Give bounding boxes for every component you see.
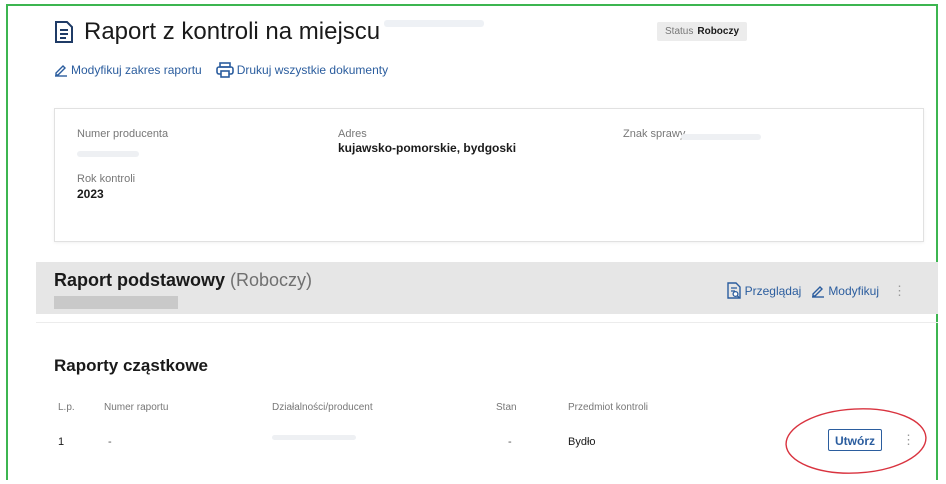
basic-report-actions: Przeglądaj Modyfikuj ⋮ (726, 282, 906, 299)
browse-link[interactable]: Przeglądaj (726, 282, 802, 299)
redacted-text (384, 20, 484, 27)
modify-scope-link[interactable]: Modyfikuj zakres raportu (54, 63, 202, 77)
column-header-activity-producer: Działalności/producent (272, 402, 373, 413)
more-options-icon[interactable]: ⋮ (893, 283, 906, 299)
more-options-icon[interactable]: ⋮ (902, 432, 915, 448)
row-lp: 1 (58, 436, 65, 448)
row-state: - (508, 436, 512, 448)
status-label: Status (665, 26, 694, 37)
row-report-number: - (108, 436, 112, 448)
report-actions: Modyfikuj zakres raportu Drukuj wszystki… (54, 62, 388, 78)
basic-report-name: Raport podstawowy (54, 270, 226, 290)
print-all-link[interactable]: Drukuj wszystkie dokumenty (215, 62, 389, 78)
document-search-icon (726, 282, 741, 299)
status-badge: Status Roboczy (657, 22, 748, 41)
page-header: Raport z kontroli na miejscu (54, 18, 380, 46)
case-number-label: Znak sprawy (623, 128, 686, 140)
report-info-card: Numer producenta Adres kujawsko-pomorski… (54, 108, 924, 242)
address-value: kujawsko-pomorskie, bydgoski (338, 141, 517, 155)
create-button[interactable]: Utwórz (828, 429, 882, 451)
status-value: Roboczy (697, 26, 740, 37)
basic-report-status: (Roboczy) (230, 270, 313, 290)
row-subject: Bydło (568, 436, 596, 448)
page-title: Raport z kontroli na miejscu (84, 18, 381, 45)
divider (36, 322, 938, 323)
document-icon (55, 21, 73, 43)
redacted-text (681, 134, 761, 140)
pencil-icon (55, 65, 67, 77)
basic-report-panel: Raport podstawowy (Roboczy) Przeglądaj M… (36, 262, 938, 314)
year-value: 2023 (77, 187, 104, 201)
redacted-text (272, 435, 356, 440)
year-label: Rok kontroli (77, 173, 136, 185)
basic-report-title: Raport podstawowy (Roboczy) (54, 270, 312, 291)
partial-reports-title: Raporty cząstkowe (54, 356, 208, 375)
redacted-text (54, 296, 178, 309)
printer-icon (215, 62, 234, 78)
producer-number-label: Numer producenta (77, 128, 169, 140)
column-header-report-number: Numer raportu (104, 402, 169, 413)
redacted-text (77, 151, 139, 157)
column-header-state: Stan (496, 402, 517, 413)
modify-link[interactable]: Modyfikuj (811, 284, 879, 298)
modify-label: Modyfikuj (828, 283, 879, 298)
column-header-lp: L.p. (58, 402, 75, 413)
print-all-label: Drukuj wszystkie dokumenty (236, 63, 389, 77)
modify-scope-label: Modyfikuj zakres raportu (71, 63, 202, 77)
address-label: Adres (338, 128, 367, 140)
pencil-icon (812, 285, 825, 298)
column-header-subject: Przedmiot kontroli (568, 402, 649, 413)
browse-label: Przeglądaj (744, 283, 802, 298)
